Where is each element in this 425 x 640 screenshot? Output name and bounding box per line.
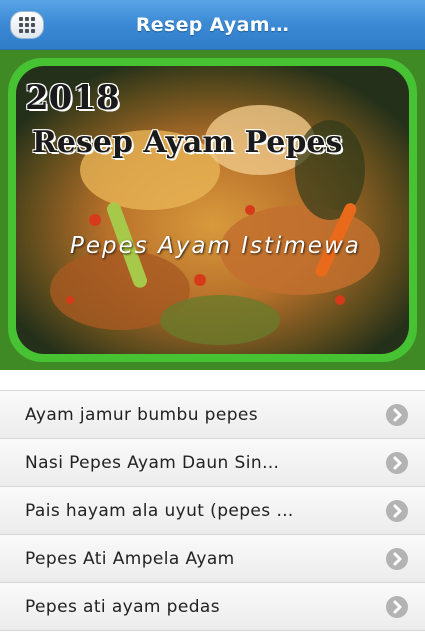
list-item-label: Nasi Pepes Ayam Daun Sin… — [25, 453, 280, 473]
list-item-label: Pepes ati ayam pedas — [25, 597, 220, 617]
list-item-label: Ayam jamur bumbu pepes — [25, 405, 259, 425]
list-item-label: Pepes Ati Ampela Ayam — [25, 549, 235, 569]
hero-subtitle-text: Pepes Ayam Istimewa — [70, 233, 361, 259]
list-item[interactable]: Pepes Ati Ampela Ayam — [0, 535, 425, 583]
recipe-list: Ayam jamur bumbu pepes Nasi Pepes Ayam D… — [0, 390, 425, 631]
chevron-right-icon — [386, 452, 408, 474]
chevron-right-icon — [386, 404, 408, 426]
app-header: Resep Ayam… — [0, 0, 425, 50]
list-item[interactable]: Ayam jamur bumbu pepes — [0, 391, 425, 439]
list-item-label: Pais hayam ala uyut (pepes … — [25, 501, 294, 521]
chevron-right-icon — [386, 548, 408, 570]
hero-banner-image: 2018 Resep Ayam Pepes Pepes Ayam Istimew… — [0, 50, 425, 370]
hero-year-text: 2018 — [25, 78, 120, 118]
chevron-right-icon — [386, 596, 408, 618]
hero-title-text: Resep Ayam Pepes — [32, 125, 343, 160]
list-item[interactable]: Pepes ati ayam pedas — [0, 583, 425, 631]
list-item[interactable]: Nasi Pepes Ayam Daun Sin… — [0, 439, 425, 487]
page-title: Resep Ayam… — [135, 14, 290, 36]
list-item[interactable]: Pais hayam ala uyut (pepes … — [0, 487, 425, 535]
chevron-right-icon — [386, 500, 408, 522]
